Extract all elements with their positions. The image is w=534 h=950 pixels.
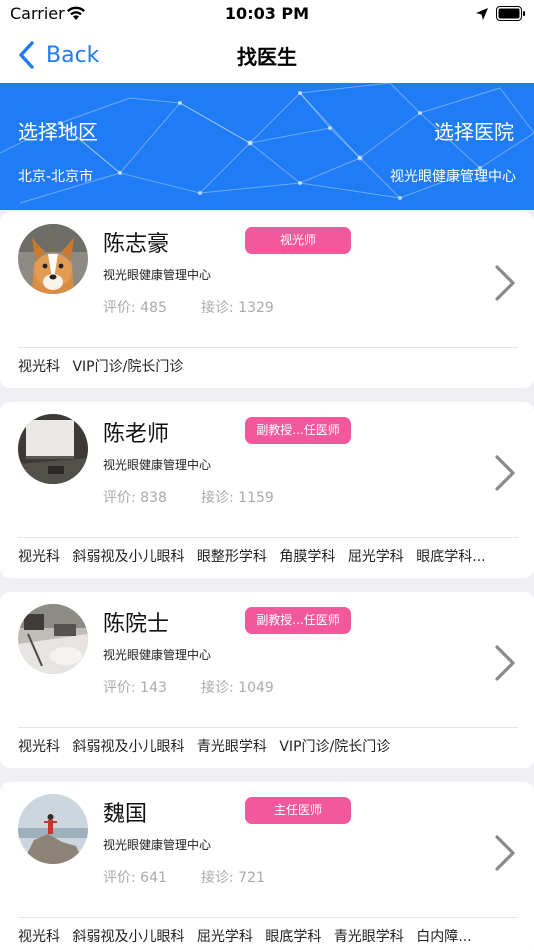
department-tag: 屈光学科 [196,929,253,945]
page-title: 找医生 [237,45,297,69]
doctor-visits: 接诊: 1159 [201,490,274,506]
status-bar: Carrier 10:03 PM [0,0,534,30]
department-tag: 白内障... [416,929,472,945]
department-tag: 眼整形学科 [196,549,267,565]
department-tag: 视光科 [18,929,60,945]
department-tags: 视光科 斜弱视及小儿眼科 青光眼学科 VIP门诊/院长门诊 [18,736,518,756]
department-tag: 眼底学科 [265,929,322,945]
chevron-right-icon[interactable] [493,454,517,492]
department-tag: 视光科 [18,549,60,565]
department-tag: 斜弱视及小儿眼科 [72,549,185,565]
corgi-dog-photo [18,224,88,294]
divider [18,727,518,728]
department-tags: 视光科 斜弱视及小儿眼科 眼整形学科 角膜学科 屈光学科 眼底学科... [18,546,518,566]
divider [18,537,518,538]
avatar [18,224,88,294]
department-tag: 视光科 [18,739,60,755]
doctor-visits: 接诊: 1049 [201,680,274,696]
doctor-hospital: 视光眼健康管理中心 [103,648,212,662]
divider [18,917,518,918]
department-tag: VIP门诊/院长门诊 [72,359,184,375]
department-tag: 眼底学科... [416,549,486,565]
department-tag: 青光眼学科 [333,929,404,945]
doctor-visits: 接诊: 721 [201,870,265,886]
doctor-title-badge: 主任医师 [245,797,351,824]
doctor-card[interactable]: 魏国 主任医师 视光眼健康管理中心 评价: 641 接诊: 721 视光科 斜弱… [0,782,534,950]
doctor-name: 陈院士 [103,612,170,637]
avatar [18,604,88,674]
department-tag: 视光科 [18,359,60,375]
chevron-right-icon[interactable] [493,264,517,302]
doctor-rating: 评价: 641 [103,870,167,886]
avatar [18,794,88,864]
doctor-title-badge: 副教授...任医师 [245,607,351,634]
select-region-button[interactable]: 选择地区 [18,116,98,145]
office-desk-photo [18,604,88,674]
doctor-card[interactable]: 陈志豪 视光师 视光眼健康管理中心 评价: 485 接诊: 1329 视光科 V… [0,212,534,388]
region-value: 北京-北京市 [18,169,94,185]
doctor-rating: 评价: 485 [103,300,167,316]
navigation-bar: Back 找医生 [0,30,534,83]
department-tag: 屈光学科 [347,549,404,565]
network-background-graphic [0,83,534,204]
location-arrow-icon [476,8,488,20]
avatar [18,414,88,484]
doctor-card[interactable]: 陈院士 副教授...任医师 视光眼健康管理中心 评价: 143 接诊: 1049… [0,592,534,768]
chevron-right-icon[interactable] [493,834,517,872]
status-time: 10:03 PM [224,4,310,23]
filter-banner: 选择地区 选择医院 北京-北京市 视光眼健康管理中心 [0,83,534,210]
department-tag: 青光眼学科 [196,739,267,755]
doctor-hospital: 视光眼健康管理中心 [103,268,212,282]
divider [18,347,518,348]
doctor-card[interactable]: 陈老师 副教授...任医师 视光眼健康管理中心 评价: 838 接诊: 1159… [0,402,534,578]
select-hospital-button[interactable]: 选择医院 [434,116,514,145]
doctor-hospital: 视光眼健康管理中心 [103,838,212,852]
chevron-right-icon[interactable] [493,644,517,682]
doctor-rating: 评价: 143 [103,680,167,696]
department-tag: 斜弱视及小儿眼科 [72,929,185,945]
hospital-value: 视光眼健康管理中心 [390,169,516,185]
doctor-name: 陈志豪 [103,232,170,257]
department-tag: 斜弱视及小儿眼科 [72,739,185,755]
department-tags: 视光科 VIP门诊/院长门诊 [18,356,518,376]
department-tags: 视光科 斜弱视及小儿眼科 屈光学科 眼底学科 青光眼学科 白内障... [18,926,518,946]
department-tag: VIP门诊/院长门诊 [279,739,391,755]
doctor-name: 陈老师 [103,422,170,447]
doctor-hospital: 视光眼健康管理中心 [103,458,212,472]
projector-room-photo [18,414,88,484]
doctor-rating: 评价: 838 [103,490,167,506]
department-tag: 角膜学科 [279,549,336,565]
doctor-title-badge: 副教授...任医师 [245,417,351,444]
battery-icon [496,6,525,21]
doctor-visits: 接诊: 1329 [201,300,274,316]
seaside-rock-photo [18,794,88,864]
doctor-title-badge: 视光师 [245,227,351,254]
doctor-name: 魏国 [103,802,148,827]
